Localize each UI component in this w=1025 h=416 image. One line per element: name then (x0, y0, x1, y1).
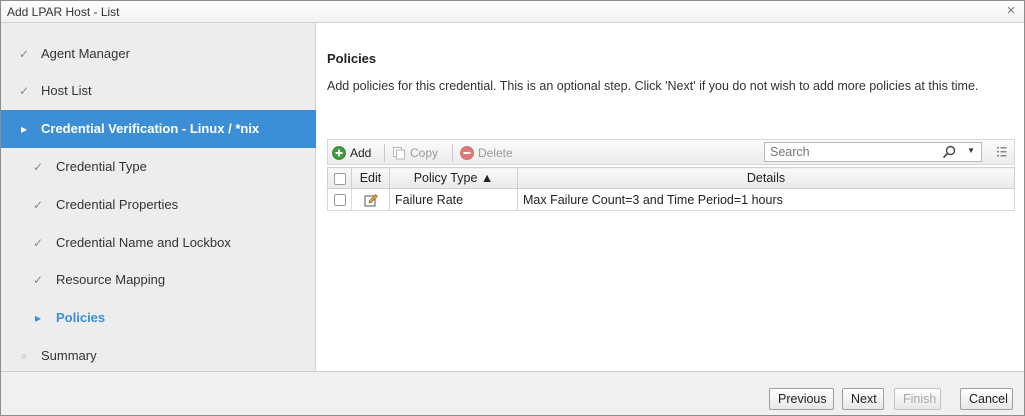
expand-arrow-icon: ▸ (20, 122, 28, 136)
column-header-edit[interactable]: Edit (351, 167, 390, 189)
delete-label: Delete (478, 146, 513, 160)
close-icon[interactable]: × (1004, 3, 1018, 19)
copy-button[interactable]: Copy (392, 143, 446, 163)
column-chooser-icon[interactable] (996, 145, 1008, 159)
window-title: Add LPAR Host - List (7, 5, 120, 19)
checkmark-icon: ✓ (32, 273, 44, 287)
step-policies[interactable]: ▸ Policies (1, 299, 316, 337)
copy-label: Copy (410, 146, 439, 160)
step-label: Host List (41, 83, 92, 98)
policies-panel: Policies Add policies for this credentia… (317, 23, 1024, 371)
cancel-button[interactable]: Cancel (960, 388, 1013, 410)
cell-policy-type: Failure Rate (389, 188, 518, 211)
column-header-details[interactable]: Details (517, 167, 1015, 189)
copy-icon (393, 147, 405, 160)
step-label: Summary (41, 348, 97, 363)
step-label: Credential Properties (56, 197, 179, 212)
search-field[interactable]: ▼ (764, 142, 982, 162)
step-credential-verification[interactable]: ▸ Credential Verification - Linux / *nix (1, 110, 316, 148)
minus-circle-icon (460, 146, 474, 160)
add-button[interactable]: Add (332, 143, 376, 163)
step-credential-type[interactable]: ✓ Credential Type (1, 148, 316, 186)
step-label: Policies (56, 310, 106, 325)
toolbar-divider (384, 144, 385, 162)
column-header-policy-type[interactable]: Policy Type ▲ (389, 167, 518, 189)
finish-button[interactable]: Finish (894, 388, 941, 410)
edit-pencil-icon[interactable] (364, 193, 378, 207)
policies-table: Edit Policy Type ▲ Details Failure Rate (327, 167, 1015, 211)
previous-button[interactable]: Previous (769, 388, 834, 410)
delete-button[interactable]: Delete (460, 143, 526, 163)
step-label: Resource Mapping (56, 272, 166, 287)
step-label: Credential Type (56, 159, 147, 174)
checkmark-icon: ✓ (32, 198, 44, 212)
step-agent-manager[interactable]: ✓ Agent Manager (1, 35, 316, 73)
add-lpar-host-dialog: Add LPAR Host - List × ✓ Agent Manager ✓… (0, 0, 1025, 416)
checkmark-icon: ✓ (18, 84, 30, 98)
checkmark-icon: ✓ (32, 160, 44, 174)
step-credential-properties[interactable]: ✓ Credential Properties (1, 186, 316, 224)
step-label: Agent Manager (41, 46, 130, 61)
pending-circle-icon: ○ (21, 351, 27, 361)
title-bar: Add LPAR Host - List × (1, 1, 1024, 23)
checkmark-icon: ✓ (32, 236, 44, 250)
table-header-row: Edit Policy Type ▲ Details (327, 167, 1015, 189)
row-edit-cell[interactable] (351, 188, 390, 211)
page-description: Add policies for this credential. This i… (327, 79, 979, 93)
wizard-footer: Previous Next Finish Cancel (1, 371, 1024, 415)
checkmark-icon: ✓ (18, 47, 30, 61)
step-resource-mapping[interactable]: ✓ Resource Mapping (1, 261, 316, 299)
add-label: Add (350, 146, 372, 160)
step-credential-name-lockbox[interactable]: ✓ Credential Name and Lockbox (1, 224, 316, 262)
page-title: Policies (327, 51, 377, 66)
chevron-down-icon[interactable]: ▼ (967, 146, 975, 155)
search-icon[interactable] (941, 145, 957, 159)
next-button[interactable]: Next (842, 388, 884, 410)
row-checkbox[interactable] (333, 194, 346, 207)
step-summary[interactable]: ○ Summary (1, 337, 316, 375)
select-all-checkbox[interactable] (333, 172, 346, 185)
row-select-cell[interactable] (327, 188, 352, 211)
toolbar-divider (452, 144, 453, 162)
step-label: Credential Name and Lockbox (56, 235, 231, 250)
search-input[interactable] (770, 144, 930, 160)
table-row[interactable]: Failure Rate Max Failure Count=3 and Tim… (327, 188, 1015, 211)
wizard-steps-sidebar: ✓ Agent Manager ✓ Host List ▸ Credential… (1, 23, 316, 371)
step-label: Credential Verification - Linux / *nix (41, 121, 260, 136)
policies-toolbar: Add Copy Delete Search ▼ (327, 139, 1015, 165)
current-arrow-icon: ▸ (34, 311, 42, 325)
plus-circle-icon (332, 146, 346, 160)
cell-details: Max Failure Count=3 and Time Period=1 ho… (517, 188, 1015, 211)
step-host-list[interactable]: ✓ Host List (1, 72, 316, 110)
select-all-header[interactable] (327, 167, 352, 189)
